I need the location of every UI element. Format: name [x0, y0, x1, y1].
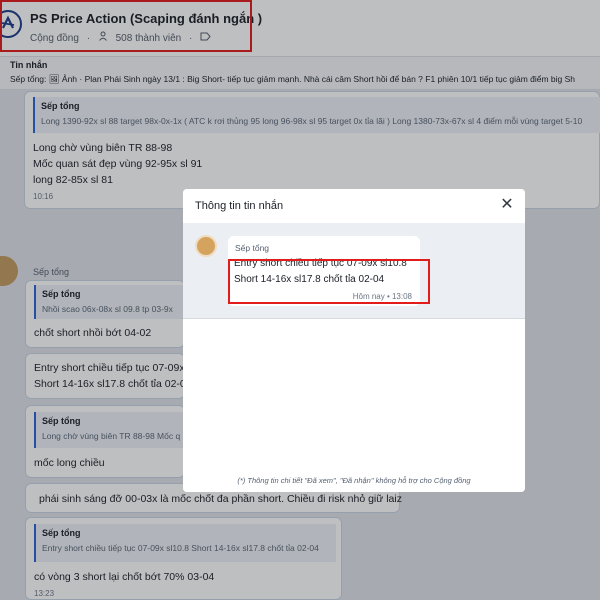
dialog-details-area: (*) Thông tin chi tiết "Đã xem", "Đã nhậ…: [183, 318, 525, 492]
preview-sender: Sếp tổng: [235, 243, 270, 253]
sender-avatar: [195, 235, 217, 257]
dialog-title: Thông tin tin nhắn: [195, 200, 284, 212]
highlight-box: [228, 259, 430, 304]
close-icon[interactable]: ✕: [499, 197, 515, 213]
dialog-header: Thông tin tin nhắn ✕: [183, 189, 525, 223]
message-info-dialog: Thông tin tin nhắn ✕ Sếp tổng Entry shor…: [183, 189, 525, 492]
dialog-footnote: (*) Thông tin chi tiết "Đã xem", "Đã nhậ…: [237, 476, 471, 485]
